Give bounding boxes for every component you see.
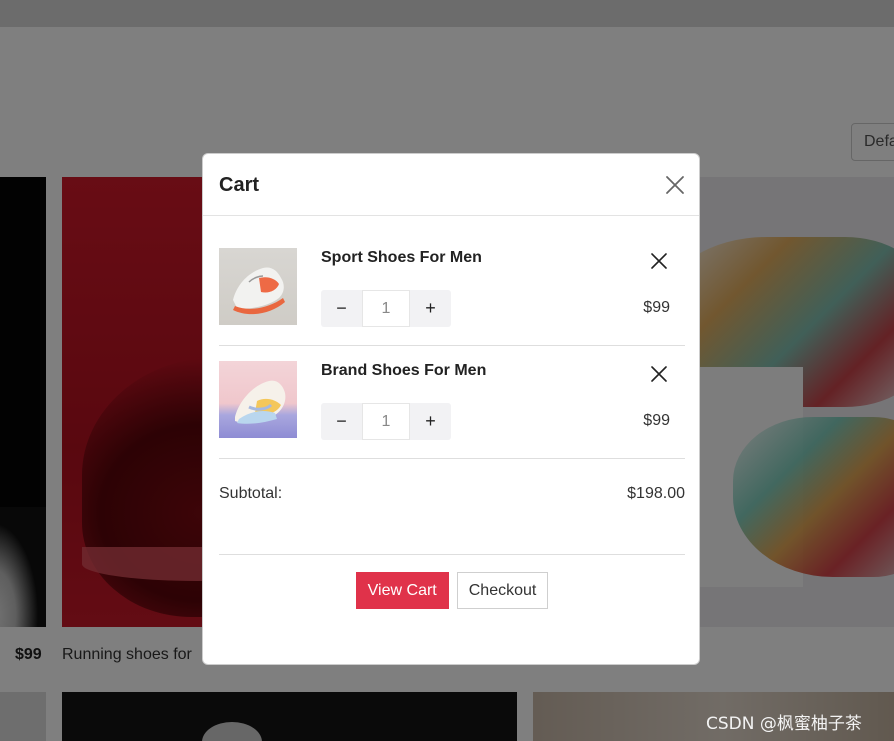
- cart-item-name[interactable]: Sport Shoes For Men: [321, 249, 482, 267]
- view-cart-button[interactable]: View Cart: [355, 572, 449, 609]
- increment-button[interactable]: +: [410, 290, 451, 327]
- quantity-stepper: − +: [321, 403, 451, 440]
- product-thumbnail: [219, 361, 297, 438]
- modal-header: Cart: [203, 154, 699, 216]
- quantity-input[interactable]: [362, 403, 410, 440]
- remove-item-icon[interactable]: [650, 252, 668, 270]
- cart-item: Sport Shoes For Men − + $99: [219, 233, 685, 346]
- cart-item-name[interactable]: Brand Shoes For Men: [321, 362, 486, 380]
- increment-button[interactable]: +: [410, 403, 451, 440]
- subtotal-label: Subtotal:: [219, 485, 283, 502]
- decrement-button[interactable]: −: [321, 403, 362, 440]
- quantity-stepper: − +: [321, 290, 451, 327]
- cart-modal: Cart Sport Shoes For Men − + $99: [202, 153, 700, 665]
- cart-item-price: $99: [643, 412, 670, 429]
- cart-item: Brand Shoes For Men − + $99: [219, 346, 685, 459]
- watermark: CSDN @枫蜜柚子茶: [706, 714, 862, 734]
- quantity-input[interactable]: [362, 290, 410, 327]
- checkout-button[interactable]: Checkout: [456, 572, 549, 609]
- close-icon[interactable]: [665, 175, 685, 195]
- decrement-button[interactable]: −: [321, 290, 362, 327]
- remove-item-icon[interactable]: [650, 365, 668, 383]
- divider: [219, 554, 685, 555]
- subtotal-value: $198.00: [627, 485, 685, 502]
- cart-actions: View Cart Checkout: [203, 572, 699, 609]
- cart-item-price: $99: [643, 299, 670, 316]
- product-thumbnail: [219, 248, 297, 325]
- modal-title: Cart: [219, 174, 260, 196]
